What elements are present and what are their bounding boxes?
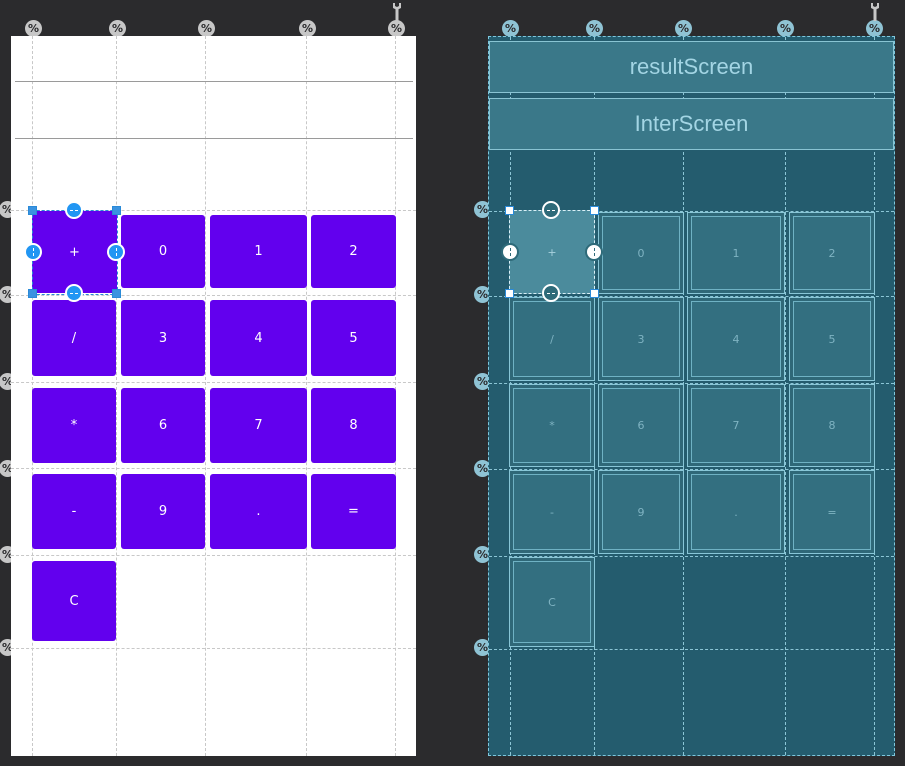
bp-vertical-guideline-marker-5[interactable]: % [866,20,883,37]
constraint-handle-top-icon[interactable] [65,201,83,219]
bp-button-dot[interactable]: . [687,470,785,554]
bp-button-multiply[interactable]: * [509,384,595,467]
bp-resize-handle-bottom-left[interactable] [505,289,514,298]
bp-button-5[interactable]: 5 [789,297,875,381]
button-1[interactable]: 1 [210,215,307,288]
result-screen-divider [15,81,413,82]
button-dot[interactable]: . [210,474,307,549]
guideline-horizontal [11,382,416,383]
bp-resize-handle-bottom-right[interactable] [590,289,599,298]
constraint-handle-bottom-icon[interactable] [65,284,83,302]
bp-button-1[interactable]: 1 [687,212,785,294]
button-equals[interactable]: = [311,474,396,549]
vertical-guideline-marker-1[interactable]: % [25,20,42,37]
guideline-horizontal [11,468,416,469]
wrench-icon[interactable] [390,2,404,22]
bp-vertical-guideline-marker-1[interactable]: % [502,20,519,37]
bp-button-clear[interactable]: C [509,557,595,647]
bp-button-3[interactable]: 3 [598,297,684,381]
bp-resize-handle-top-left[interactable] [505,206,514,215]
button-9[interactable]: 9 [121,474,205,549]
button-3[interactable]: 3 [121,300,205,376]
vertical-guideline-marker-4[interactable]: % [299,20,316,37]
button-clear[interactable]: C [32,561,116,641]
bp-constraint-handle-left-icon[interactable] [501,243,519,261]
button-2[interactable]: 2 [311,215,396,288]
bp-button-0[interactable]: 0 [598,212,684,294]
bp-button-6[interactable]: 6 [598,384,684,467]
button-6[interactable]: 6 [121,388,205,463]
bp-button-4[interactable]: 4 [687,297,785,381]
constraint-handle-right-icon[interactable] [107,243,125,261]
button-divide[interactable]: / [32,300,116,376]
bp-button-8[interactable]: 8 [789,384,875,467]
vertical-guideline-marker-3[interactable]: % [198,20,215,37]
bp-wrench-icon[interactable] [868,2,882,22]
bp-constraint-handle-right-icon[interactable] [585,243,603,261]
bp-vertical-guideline-marker-2[interactable]: % [586,20,603,37]
bp-button-minus[interactable]: - [509,470,595,554]
button-multiply[interactable]: * [32,388,116,463]
vertical-guideline-marker-2[interactable]: % [109,20,126,37]
resize-handle-bottom-left[interactable] [28,289,37,298]
button-5[interactable]: 5 [311,300,396,376]
bp-button-9[interactable]: 9 [598,470,684,554]
inter-screen[interactable]: InterScreen [489,98,894,150]
bp-constraint-handle-top-icon[interactable] [542,201,560,219]
resize-handle-top-left[interactable] [28,206,37,215]
button-0[interactable]: 0 [121,215,205,288]
bp-vertical-guideline-marker-3[interactable]: % [675,20,692,37]
bp-button-divide[interactable]: / [509,297,595,381]
result-screen[interactable]: resultScreen [489,41,894,93]
bp-button-plus[interactable]: + [509,210,595,294]
bp-button-2[interactable]: 2 [789,212,875,294]
bp-constraint-handle-bottom-icon[interactable] [542,284,560,302]
inter-screen-divider [15,138,413,139]
bp-button-7[interactable]: 7 [687,384,785,467]
vertical-guideline-marker-5[interactable]: % [388,20,405,37]
constraint-handle-left-icon[interactable] [24,243,42,261]
button-7[interactable]: 7 [210,388,307,463]
resize-handle-bottom-right[interactable] [112,289,121,298]
guideline-horizontal [11,555,416,556]
bp-button-equals[interactable]: = [789,470,875,554]
button-4[interactable]: 4 [210,300,307,376]
bp-guideline-horizontal [489,649,894,650]
bp-vertical-guideline-marker-4[interactable]: % [777,20,794,37]
bp-resize-handle-top-right[interactable] [590,206,599,215]
button-minus[interactable]: - [32,474,116,549]
button-plus[interactable]: + [32,211,117,293]
guideline-horizontal [11,648,416,649]
button-8[interactable]: 8 [311,388,396,463]
resize-handle-top-right[interactable] [112,206,121,215]
